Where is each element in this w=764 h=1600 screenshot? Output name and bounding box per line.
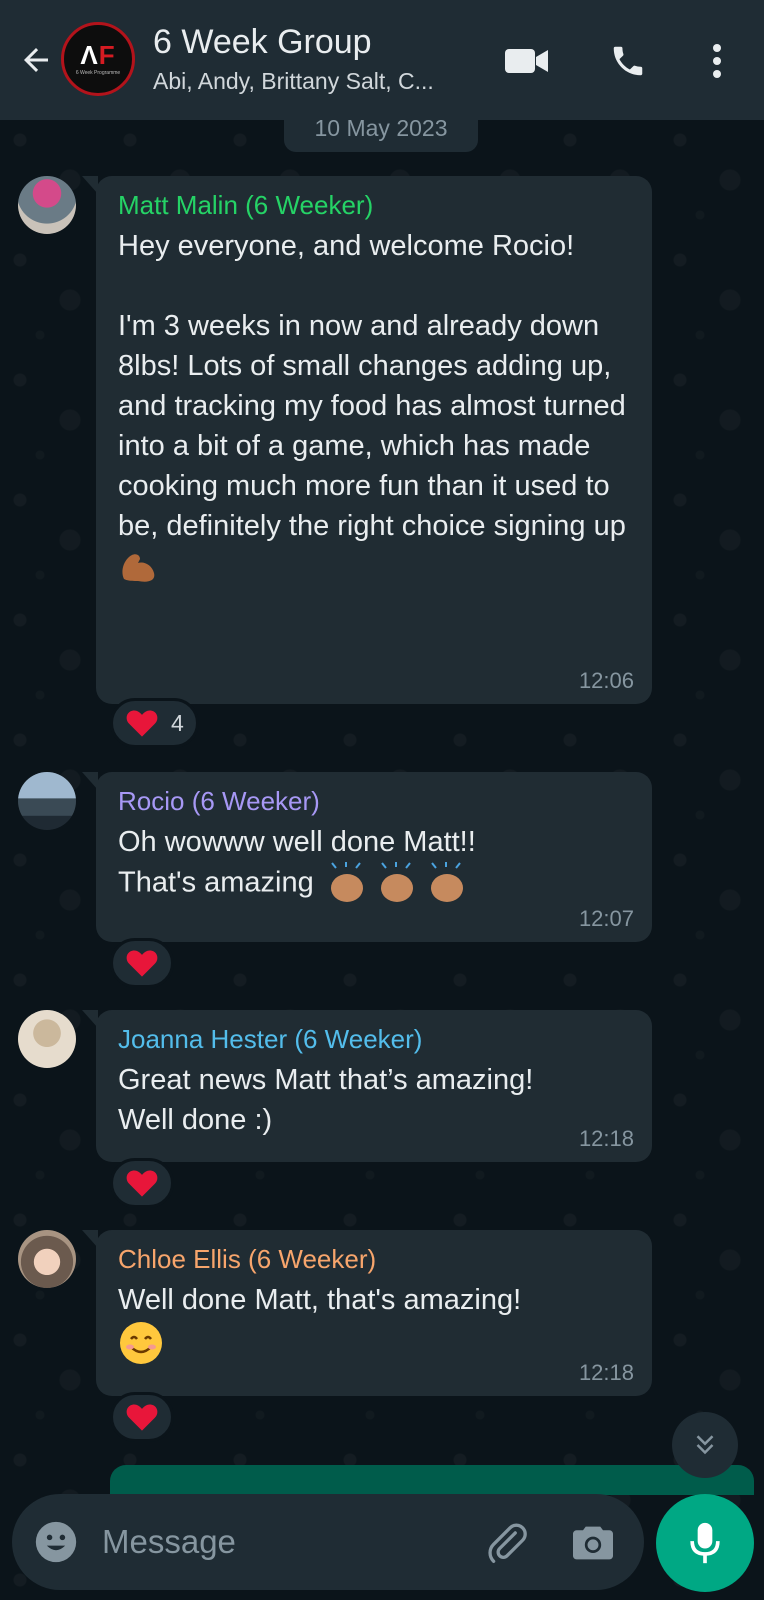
- message-time: 12:18: [578, 1126, 634, 1151]
- red-heart-emoji: [126, 1170, 158, 1197]
- message-reaction[interactable]: [110, 938, 174, 988]
- group-info[interactable]: 6 Week Group Abi, Andy, Brittany Salt, C…: [153, 20, 483, 98]
- camera-button[interactable]: [568, 1518, 618, 1568]
- more-vertical-icon: [713, 44, 721, 78]
- red-heart-emoji: [126, 950, 158, 977]
- group-avatar[interactable]: ΛF 6 Week Programme: [61, 22, 135, 96]
- outgoing-message-peek: [110, 1465, 754, 1495]
- paperclip-icon: [488, 1523, 527, 1563]
- back-button[interactable]: [14, 38, 58, 82]
- double-chevron-down-icon: [696, 1435, 714, 1455]
- group-logo: ΛF: [80, 40, 116, 70]
- message-reaction[interactable]: [110, 1158, 174, 1208]
- message-reaction[interactable]: [110, 1392, 174, 1442]
- voice-message-button[interactable]: [656, 1494, 754, 1592]
- camera-icon: [573, 1526, 613, 1560]
- microphone-icon: [690, 1522, 720, 1564]
- message-sender: Joanna Hester (6 Weeker): [118, 1024, 423, 1054]
- message-reaction[interactable]: 4: [110, 698, 199, 748]
- message-text: Oh wowww well done Matt!! That's amazing: [118, 822, 632, 906]
- voice-call-button[interactable]: [605, 38, 651, 84]
- message-bubble[interactable]: Rocio (6 Weeker) Oh wowww well done Matt…: [82, 772, 652, 942]
- message-sender: Chloe Ellis (6 Weeker): [118, 1244, 377, 1274]
- group-logo-subtitle: 6 Week Programme: [75, 70, 121, 76]
- message-bubble[interactable]: Matt Malin (6 Weeker) Hey everyone, and …: [82, 176, 652, 704]
- message-bubble[interactable]: Chloe Ellis (6 Weeker) Well done Matt, t…: [82, 1230, 652, 1396]
- attach-button[interactable]: [482, 1518, 532, 1568]
- phone-icon: [613, 46, 643, 76]
- flexed-biceps-emoji: [122, 554, 155, 583]
- arrow-left-icon: [24, 48, 48, 72]
- reaction-count: 4: [171, 709, 184, 736]
- more-options-button[interactable]: [694, 38, 740, 84]
- video-camera-icon: [505, 49, 548, 73]
- scroll-to-bottom-button[interactable]: [672, 1412, 738, 1478]
- message-sender: Rocio (6 Weeker): [118, 786, 320, 816]
- avatar-chloe-ellis[interactable]: [18, 1230, 76, 1288]
- group-members: Abi, Andy, Brittany Salt, C...: [153, 68, 434, 94]
- smiling-face-emoji: [120, 1322, 162, 1364]
- emoji-button[interactable]: [32, 1518, 80, 1566]
- avatar-joanna-hester[interactable]: [18, 1010, 76, 1068]
- message-bubble[interactable]: Joanna Hester (6 Weeker) Great news Matt…: [82, 1010, 652, 1162]
- message-time: 12:06: [578, 668, 634, 693]
- message-sender: Matt Malin (6 Weeker): [118, 190, 374, 220]
- message-text: Well done Matt, that's amazing!: [118, 1280, 632, 1366]
- emoji-icon: [35, 1521, 77, 1563]
- message-time: 12:18: [578, 1360, 634, 1385]
- red-heart-emoji: [126, 1404, 158, 1431]
- clapping-hands-emoji: [330, 862, 463, 902]
- message-text: Hey everyone, and welcome Rocio! I'm 3 w…: [118, 226, 632, 586]
- message-text: Great news Matt that’s amazing! Well don…: [118, 1064, 534, 1136]
- video-call-button[interactable]: [504, 38, 550, 84]
- avatar-rocio[interactable]: [18, 772, 76, 830]
- message-composer: [12, 1494, 644, 1590]
- avatar-matt-malin[interactable]: [18, 176, 76, 234]
- message-time: 12:07: [578, 906, 634, 931]
- message-input[interactable]: [102, 1512, 462, 1572]
- red-heart-emoji: [126, 710, 158, 737]
- group-title: 6 Week Group: [153, 23, 372, 61]
- chat-header: ΛF 6 Week Programme 6 Week Group Abi, An…: [0, 0, 764, 120]
